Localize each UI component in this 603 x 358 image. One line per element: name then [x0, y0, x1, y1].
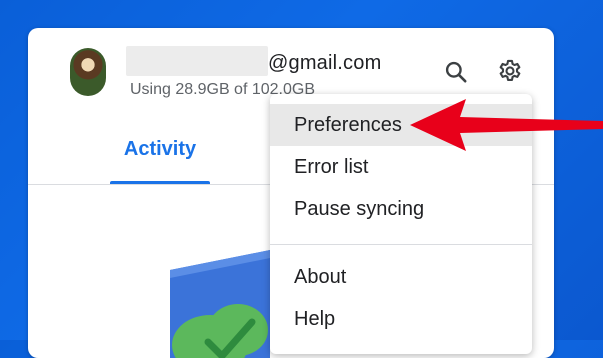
menu-divider: [270, 244, 532, 245]
avatar[interactable]: [70, 48, 106, 96]
account-email: @gmail.com: [268, 52, 382, 74]
email-redaction: [126, 46, 268, 76]
menu-item-help[interactable]: Help: [270, 298, 532, 340]
search-icon: [445, 61, 467, 83]
tab-activity[interactable]: Activity: [110, 136, 210, 184]
search-button[interactable]: [440, 56, 472, 88]
menu-item-pause-syncing[interactable]: Pause syncing: [270, 188, 532, 230]
gear-icon: [499, 59, 521, 81]
settings-button[interactable]: [494, 56, 526, 88]
menu-item-about[interactable]: About: [270, 256, 532, 298]
annotation-arrow: [410, 99, 603, 151]
tab-activity-label: Activity: [123, 138, 197, 160]
